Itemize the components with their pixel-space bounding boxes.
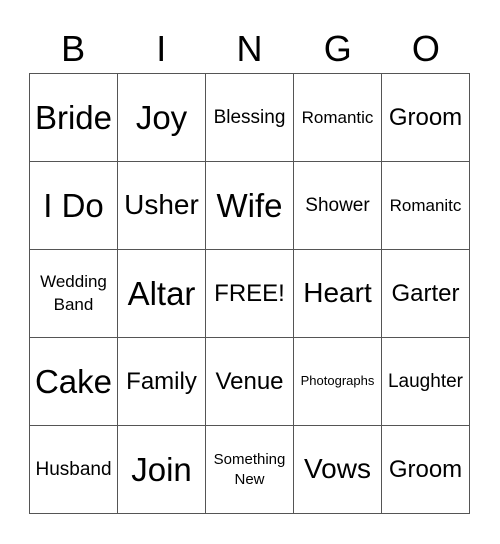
bingo-cell: Groom (382, 426, 470, 514)
bingo-cell: Garter (382, 250, 470, 338)
bingo-cell: Romanitc (382, 162, 470, 250)
header-letter-o: O (411, 28, 440, 69)
bingo-cell: Photographs (294, 338, 382, 426)
free-space: FREE! (206, 250, 294, 338)
bingo-grid: Bride Joy Blessing Romantic Groom I Do U… (29, 73, 470, 514)
bingo-cell: Bride (30, 74, 118, 162)
bingo-cell: Heart (294, 250, 382, 338)
bingo-cell: Venue (206, 338, 294, 426)
bingo-cell: Romantic (294, 74, 382, 162)
header-letter-b: B (61, 28, 86, 69)
bingo-header: B I N G O (29, 26, 470, 72)
bingo-cell: Blessing (206, 74, 294, 162)
bingo-cell: I Do (30, 162, 118, 250)
bingo-cell: Shower (294, 162, 382, 250)
bingo-cell: Joy (118, 74, 206, 162)
bingo-cell: Altar (118, 250, 206, 338)
bingo-cell: Usher (118, 162, 206, 250)
bingo-cell: Family (118, 338, 206, 426)
header-letter-g: G (323, 28, 352, 69)
header-letter-i: I (156, 28, 167, 69)
bingo-cell: Laughter (382, 338, 470, 426)
bingo-cell: Vows (294, 426, 382, 514)
bingo-cell: Something New (206, 426, 294, 514)
bingo-cell: Wedding Band (30, 250, 118, 338)
bingo-cell: Husband (30, 426, 118, 514)
bingo-cell: Groom (382, 74, 470, 162)
header-letter-n: N (236, 28, 263, 69)
bingo-cell: Cake (30, 338, 118, 426)
bingo-cell: Wife (206, 162, 294, 250)
bingo-cell: Join (118, 426, 206, 514)
